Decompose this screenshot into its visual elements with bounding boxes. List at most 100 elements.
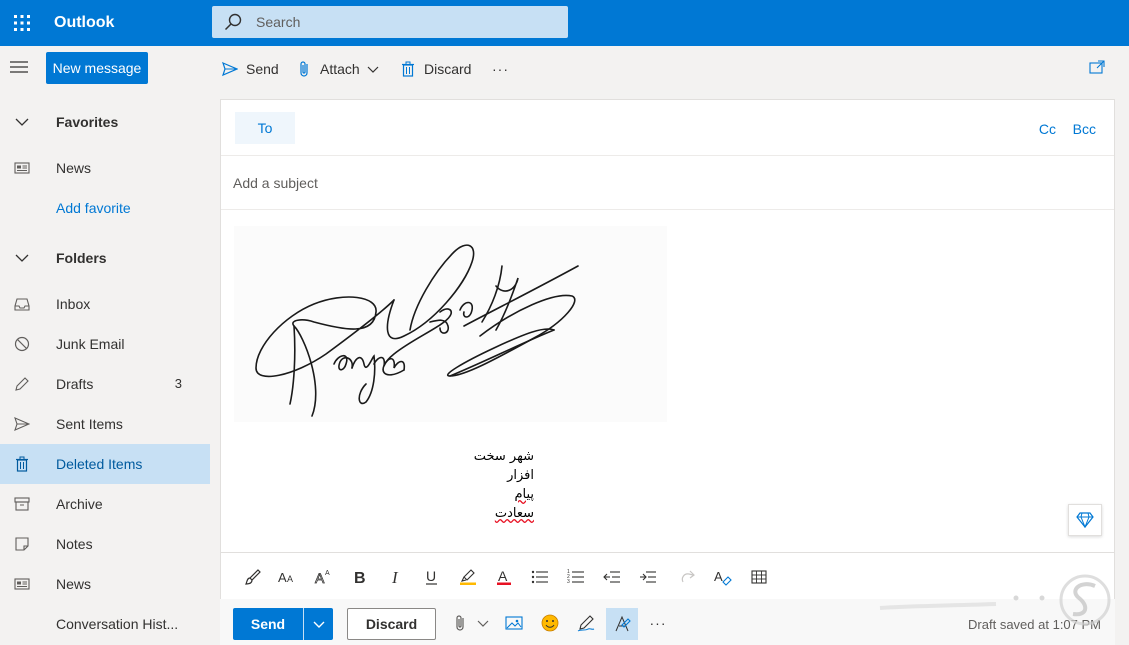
pop-out-icon[interactable] bbox=[1089, 60, 1105, 77]
sidebar-item-label: Conversation Hist... bbox=[56, 616, 179, 632]
discard-button[interactable]: Discard bbox=[347, 608, 436, 640]
to-button[interactable]: To bbox=[235, 112, 295, 144]
text-effects-icon[interactable]: AA bbox=[312, 566, 334, 588]
sidebar-item-inbox[interactable]: Inbox bbox=[0, 284, 210, 324]
send-command-label: Send bbox=[246, 61, 279, 77]
send-command[interactable]: Send bbox=[222, 58, 279, 80]
add-favorite-link[interactable]: Add favorite bbox=[0, 188, 210, 228]
attach-chevron-down-icon[interactable] bbox=[472, 612, 494, 634]
bcc-link[interactable]: Bcc bbox=[1073, 121, 1096, 137]
discard-command[interactable]: Discard bbox=[400, 58, 471, 80]
sidebar-item-label: Sent Items bbox=[56, 416, 123, 432]
sidebar-item-drafts[interactable]: Drafts 3 bbox=[0, 364, 210, 404]
sidebar-item-conversation-history[interactable]: Conversation Hist... bbox=[0, 604, 210, 644]
sidebar-item-notes[interactable]: Notes bbox=[0, 524, 210, 564]
trash-icon bbox=[402, 61, 414, 77]
search-box[interactable]: Search bbox=[212, 6, 568, 38]
subject-row bbox=[221, 156, 1114, 210]
sidebar-item-label: Drafts bbox=[56, 376, 94, 392]
svg-text:A: A bbox=[315, 570, 325, 586]
format-toolbar: AA AA B I U A 123 A bbox=[220, 553, 1115, 599]
font-color-icon[interactable]: A bbox=[493, 566, 515, 588]
paperclip-icon bbox=[300, 61, 308, 77]
signature-line-2-text: پیام سعادت bbox=[494, 487, 534, 521]
signature-pen-icon[interactable] bbox=[575, 612, 597, 634]
more-options-icon[interactable]: ··· bbox=[647, 612, 669, 634]
search-icon bbox=[224, 13, 246, 31]
redo-icon[interactable] bbox=[677, 566, 699, 588]
send-icon bbox=[222, 61, 238, 77]
svg-text:U: U bbox=[426, 568, 436, 584]
news-icon bbox=[14, 160, 30, 176]
to-row: To Cc Bcc bbox=[221, 100, 1114, 156]
left-navigation: New message Favorites News Add favorite … bbox=[0, 46, 210, 645]
increase-indent-icon[interactable] bbox=[637, 566, 659, 588]
italic-icon[interactable]: I bbox=[385, 566, 407, 588]
top-bar: Outlook Search bbox=[0, 0, 1129, 46]
svg-text:A: A bbox=[287, 574, 293, 584]
svg-text:A: A bbox=[714, 569, 723, 584]
add-favorite-label: Add favorite bbox=[56, 200, 131, 216]
signature-image bbox=[234, 226, 667, 422]
bold-icon[interactable]: B bbox=[349, 566, 371, 588]
subject-input[interactable] bbox=[233, 170, 1093, 196]
format-painter-icon[interactable] bbox=[242, 566, 264, 588]
highlight-icon[interactable] bbox=[457, 566, 479, 588]
decrease-indent-icon[interactable] bbox=[601, 566, 623, 588]
premium-diamond-icon[interactable] bbox=[1068, 504, 1102, 536]
bullets-icon[interactable] bbox=[529, 566, 551, 588]
sidebar-item-deleted-items[interactable]: Deleted Items bbox=[0, 444, 210, 484]
attach-paperclip-icon[interactable] bbox=[450, 612, 472, 634]
sidebar-item-label: Inbox bbox=[56, 296, 91, 312]
attach-command[interactable]: Attach bbox=[298, 58, 380, 80]
junk-icon bbox=[14, 336, 30, 352]
font-size-icon[interactable]: AA bbox=[276, 566, 298, 588]
app-launcher-icon[interactable] bbox=[0, 0, 44, 46]
svg-text:A: A bbox=[498, 568, 508, 584]
signature-text[interactable]: شهر سخت افزار پیام سعادت bbox=[234, 447, 534, 523]
folders-header[interactable]: Folders bbox=[0, 238, 210, 278]
chevron-down-icon bbox=[14, 114, 30, 130]
search-placeholder: Search bbox=[256, 14, 301, 30]
app-title[interactable]: Outlook bbox=[54, 14, 212, 32]
numbering-icon[interactable]: 123 bbox=[565, 566, 587, 588]
insert-picture-icon[interactable] bbox=[503, 612, 525, 634]
sidebar-item-favorite-news[interactable]: News bbox=[0, 148, 210, 188]
sidebar-item-label: Junk Email bbox=[56, 336, 125, 352]
sidebar-item-label: Archive bbox=[56, 496, 103, 512]
more-options-icon[interactable]: ··· bbox=[492, 58, 509, 80]
sidebar-item-label: Notes bbox=[56, 536, 93, 552]
compose-pane: To Cc Bcc شهر bbox=[220, 99, 1115, 553]
sidebar-item-news[interactable]: News bbox=[0, 564, 210, 604]
chevron-down-icon bbox=[14, 250, 30, 266]
send-button[interactable]: Send bbox=[233, 608, 303, 640]
sidebar-item-label: News bbox=[56, 160, 92, 176]
signature-line-2: پیام سعادت bbox=[472, 485, 534, 523]
svg-text:A: A bbox=[325, 570, 330, 577]
signature-line-1: شهر سخت افزار bbox=[473, 449, 534, 483]
clear-formatting-icon[interactable]: A bbox=[712, 566, 734, 588]
discard-command-label: Discard bbox=[424, 61, 472, 77]
notes-icon bbox=[14, 536, 30, 552]
cc-link[interactable]: Cc bbox=[1039, 121, 1056, 137]
emoji-icon[interactable] bbox=[539, 612, 561, 634]
new-message-button[interactable]: New message bbox=[46, 52, 148, 84]
sidebar-item-sent-items[interactable]: Sent Items bbox=[0, 404, 210, 444]
editor-icon[interactable] bbox=[606, 608, 638, 640]
sidebar-item-junk-email[interactable]: Junk Email bbox=[0, 324, 210, 364]
drafts-count-badge: 3 bbox=[174, 376, 182, 391]
drafts-icon bbox=[14, 376, 30, 392]
hamburger-menu-icon[interactable] bbox=[10, 60, 34, 76]
send-options-chevron-icon[interactable] bbox=[303, 608, 333, 640]
underline-icon[interactable]: U bbox=[421, 566, 443, 588]
inbox-icon bbox=[14, 296, 30, 312]
sidebar-item-archive[interactable]: Archive bbox=[0, 484, 210, 524]
favorites-header[interactable]: Favorites bbox=[0, 102, 210, 142]
trash-icon bbox=[14, 456, 30, 472]
command-bar: Send Attach Discard ··· bbox=[212, 46, 1129, 92]
sidebar-item-label: Deleted Items bbox=[56, 456, 143, 472]
svg-text:B: B bbox=[354, 570, 366, 585]
insert-table-icon[interactable] bbox=[748, 566, 770, 588]
sidebar-item-label: News bbox=[56, 576, 92, 592]
favorites-label: Favorites bbox=[56, 114, 119, 130]
